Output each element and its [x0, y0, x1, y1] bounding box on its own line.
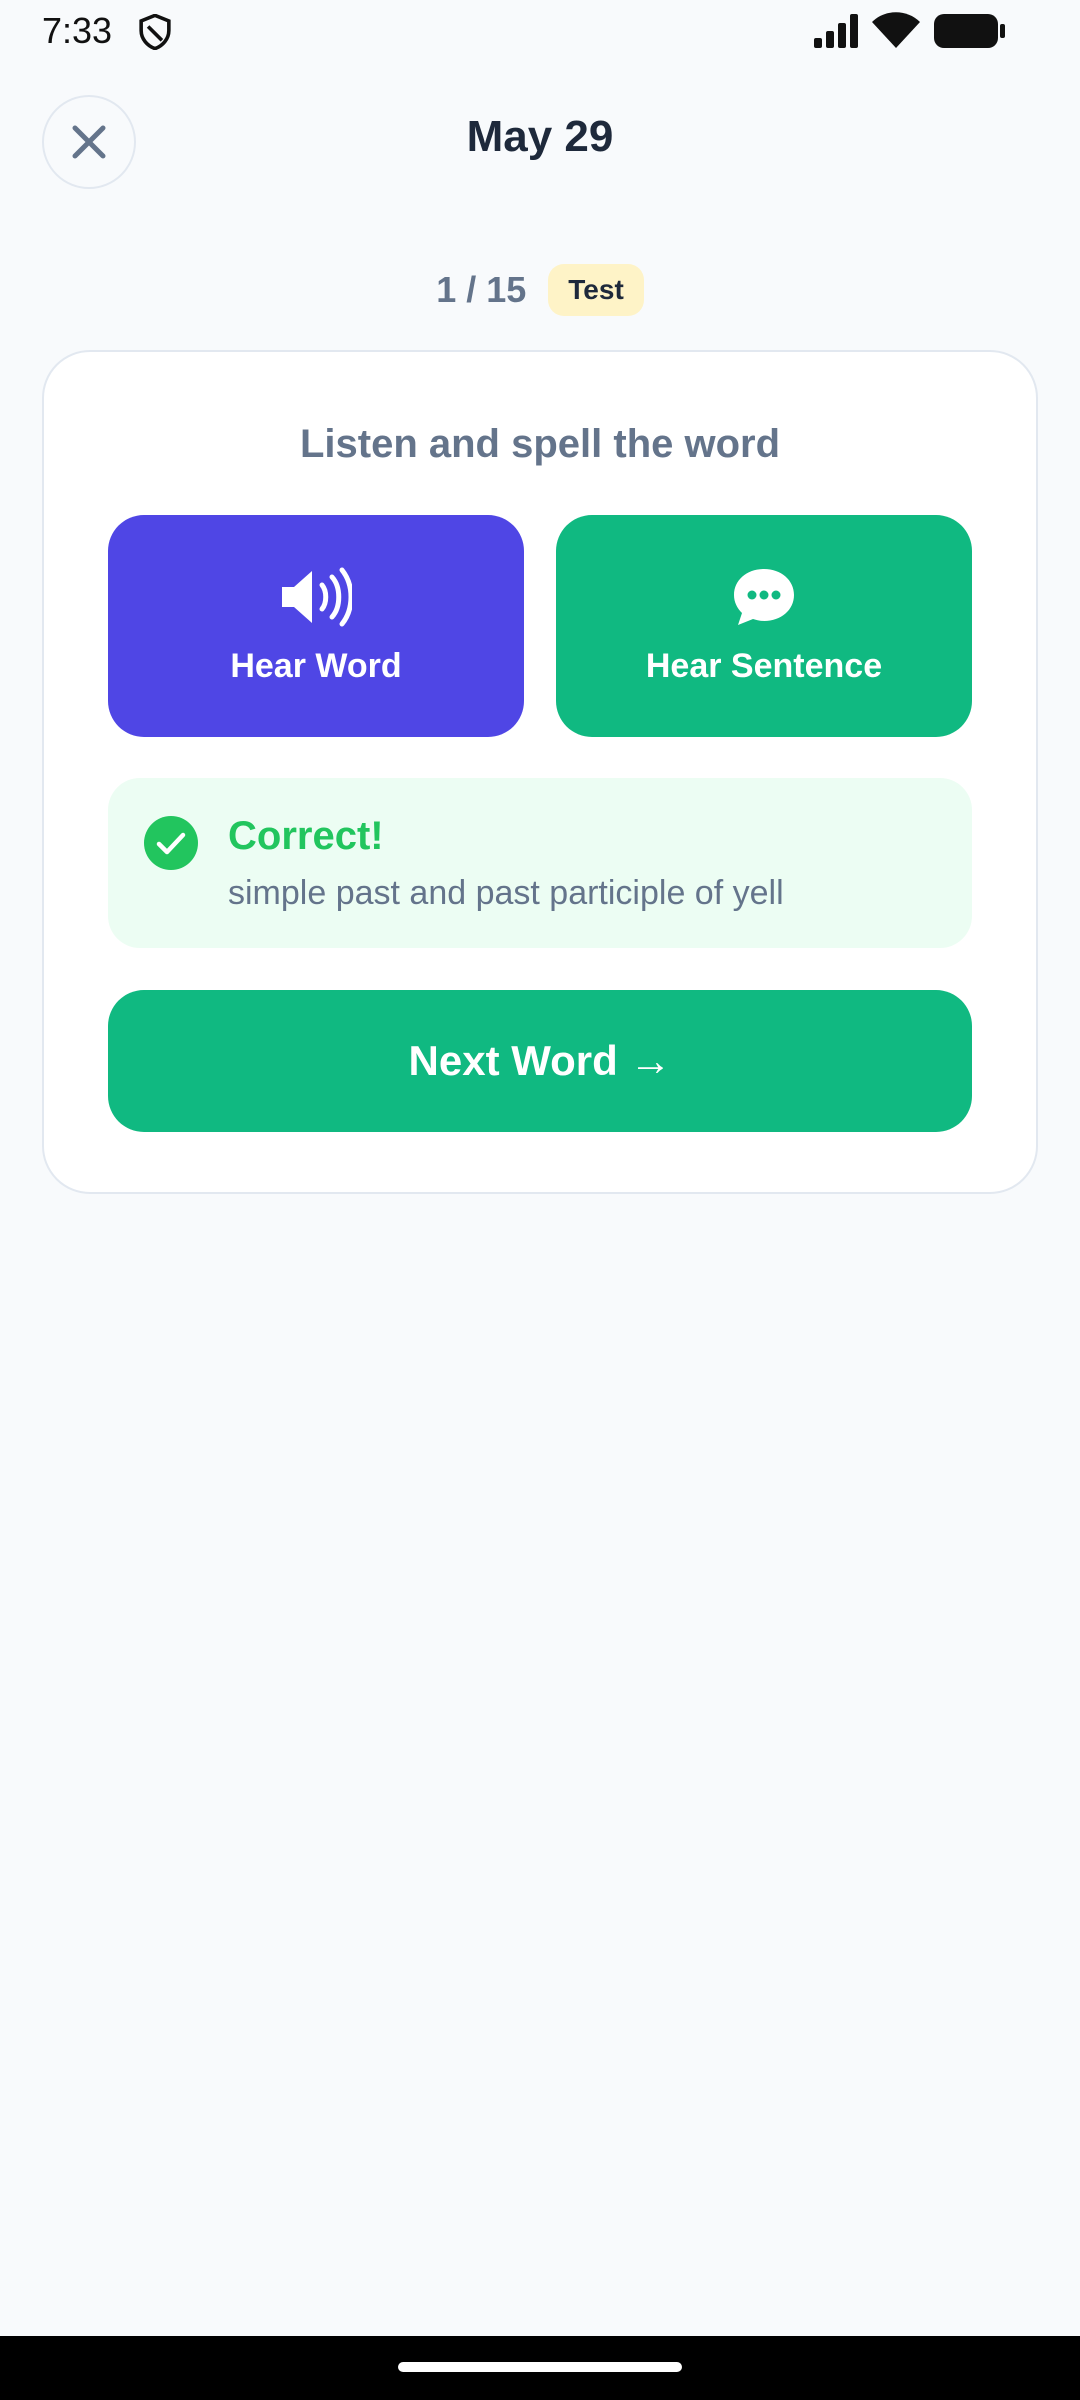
home-indicator[interactable] — [398, 2362, 682, 2372]
hear-sentence-button[interactable]: Hear Sentence — [556, 515, 972, 737]
question-card: Listen and spell the word Hear Word Hear… — [42, 350, 1038, 1194]
feedback-definition: simple past and past participle of yell — [228, 874, 784, 912]
mode-badge: Test — [548, 264, 644, 316]
hear-word-label: Hear Word — [230, 646, 402, 685]
feedback-panel: Correct! simple past and past participle… — [108, 778, 972, 948]
next-word-button[interactable]: Next Word → — [108, 990, 972, 1132]
wifi-icon — [872, 12, 920, 48]
speaker-icon — [282, 567, 352, 626]
status-bar: 7:33 — [0, 0, 1080, 62]
check-circle-icon — [144, 816, 198, 870]
battery-icon — [934, 14, 1005, 48]
chat-bubble-icon — [734, 568, 794, 625]
signal-icon — [814, 14, 858, 48]
progress-counter: 1 / 15 — [436, 269, 527, 310]
hear-word-button[interactable]: Hear Word — [108, 515, 524, 737]
spelling-test-screen: 7:33 May 29 1 / 15 Test Listen and spell… — [0, 0, 1080, 2400]
feedback-title: Correct! — [228, 814, 384, 858]
hear-sentence-label: Hear Sentence — [645, 646, 883, 685]
page-title: May 29 — [466, 112, 614, 161]
card-prompt: Listen and spell the word — [299, 422, 781, 466]
progress-row: 1 / 15 Test — [0, 262, 1080, 318]
status-time: 7:33 — [42, 10, 113, 51]
navigation-bar — [0, 2336, 1080, 2400]
shield-icon — [139, 14, 171, 50]
